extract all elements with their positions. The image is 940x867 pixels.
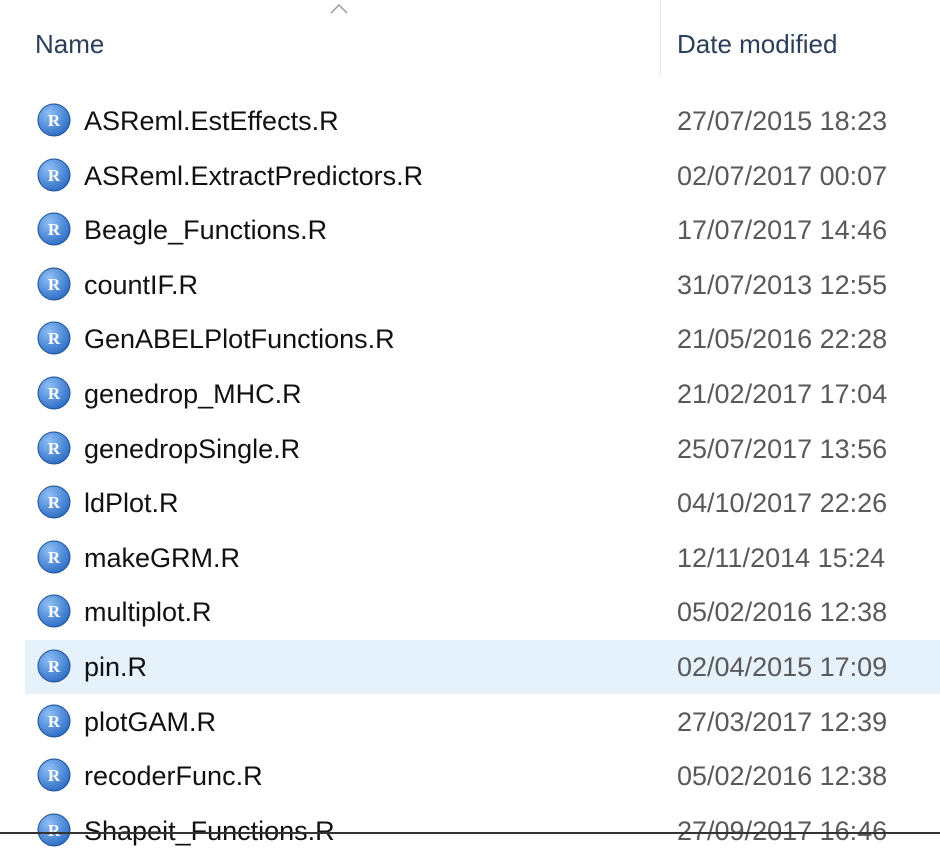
svg-text:R: R xyxy=(48,493,61,512)
r-file-icon: R xyxy=(37,431,71,465)
file-name: ASReml.EstEffects.R xyxy=(84,106,339,136)
svg-text:R: R xyxy=(48,275,61,294)
file-name: ldPlot.R xyxy=(84,488,179,519)
svg-text:R: R xyxy=(48,657,61,676)
svg-text:R: R xyxy=(48,439,61,458)
svg-text:R: R xyxy=(48,821,61,840)
file-name: Shapeit_Functions.R xyxy=(84,815,335,846)
r-file-icon: R xyxy=(37,158,71,192)
file-row[interactable]: Rgenedrop_MHC.R 21/02/2017 17:04 xyxy=(25,367,940,421)
sort-ascending-icon[interactable] xyxy=(328,2,350,16)
file-name: plotGAM.R xyxy=(84,706,217,737)
file-date-modified: 04/10/2017 22:26 xyxy=(677,488,888,519)
file-date-modified: 02/04/2015 17:09 xyxy=(677,652,888,682)
file-row[interactable]: R GenABELPlotFunctions.R 21/05/2016 22:28 xyxy=(25,312,940,366)
file-date-modified: 31/07/2013 12:55 xyxy=(677,269,888,300)
svg-text:R: R xyxy=(48,602,61,621)
file-name: multiplot.R xyxy=(84,597,212,628)
date-modified-column-header[interactable]: Date modified xyxy=(677,26,837,62)
r-file-icon: R xyxy=(37,813,71,847)
list-bottom-border xyxy=(0,832,940,834)
file-name: pin.R xyxy=(84,652,148,682)
file-date-modified: 05/02/2016 12:38 xyxy=(677,597,888,628)
r-file-icon: R xyxy=(37,485,71,519)
file-date-modified: 05/02/2016 12:38 xyxy=(677,761,888,792)
svg-text:R: R xyxy=(48,220,61,239)
r-file-icon: R xyxy=(37,758,71,792)
svg-text:R: R xyxy=(48,712,61,731)
r-file-icon: R xyxy=(37,540,71,574)
file-row[interactable]: Rmultiplot.R 05/02/2016 12:38 xyxy=(25,585,940,639)
column-header-bar: Name Date modified xyxy=(0,0,940,80)
file-date-modified: 12/11/2014 15:24 xyxy=(677,542,886,573)
r-file-icon: R xyxy=(37,321,71,355)
file-name: genedrop_MHC.R xyxy=(84,379,302,409)
svg-text:R: R xyxy=(48,329,61,348)
file-row[interactable]: RrecoderFunc.R 05/02/2016 12:38 xyxy=(25,749,940,803)
svg-text:R: R xyxy=(48,548,61,567)
file-row[interactable]: RgenedropSingle.R 25/07/2017 13:56 xyxy=(25,422,940,476)
file-date-modified: 25/07/2017 13:56 xyxy=(677,433,888,464)
file-row[interactable]: RldPlot.R 04/10/2017 22:26 xyxy=(25,476,940,530)
file-date-modified: 27/09/2017 16:46 xyxy=(677,815,888,846)
name-column-header[interactable]: Name xyxy=(35,26,104,62)
file-name: makeGRM.R xyxy=(84,542,241,573)
r-file-icon: R xyxy=(37,376,71,410)
r-file-icon: R xyxy=(37,267,71,301)
svg-text:R: R xyxy=(48,166,61,185)
r-file-icon: R xyxy=(37,649,71,683)
r-file-icon: R xyxy=(37,594,71,628)
column-divider[interactable] xyxy=(660,0,661,76)
svg-text:R: R xyxy=(48,766,61,785)
file-date-modified: 21/02/2017 17:04 xyxy=(677,379,888,409)
file-row[interactable]: Rpin.R 02/04/2015 17:09 xyxy=(25,640,940,694)
file-date-modified: 02/07/2017 00:07 xyxy=(677,160,888,191)
file-name: Beagle_Functions.R xyxy=(84,215,328,246)
r-file-icon: R xyxy=(37,212,71,246)
file-name: GenABELPlotFunctions.R xyxy=(84,324,395,355)
file-row[interactable]: RmakeGRM.R 12/11/2014 15:24 xyxy=(25,531,940,585)
r-file-icon: R xyxy=(37,704,71,738)
file-name: countIF.R xyxy=(84,269,199,300)
file-row[interactable]: R Shapeit_Functions.R 27/09/2017 16:46 xyxy=(25,804,940,858)
file-name: ASReml.ExtractPredictors.R xyxy=(84,160,424,191)
file-date-modified: 27/03/2017 12:39 xyxy=(677,706,888,737)
file-row[interactable]: RcountIF.R 31/07/2013 12:55 xyxy=(25,258,940,312)
file-date-modified: 21/05/2016 22:28 xyxy=(677,324,888,355)
file-date-modified: 27/07/2015 18:23 xyxy=(677,106,888,136)
svg-text:R: R xyxy=(48,111,61,130)
file-name: recoderFunc.R xyxy=(84,761,263,792)
svg-text:R: R xyxy=(48,384,61,403)
file-row[interactable]: R Beagle_Functions.R 17/07/2017 14:46 xyxy=(25,203,940,257)
file-name: genedropSingle.R xyxy=(84,433,301,464)
file-date-modified: 17/07/2017 14:46 xyxy=(677,215,888,246)
file-row[interactable]: R ASReml.ExtractPredictors.R 02/07/2017 00… xyxy=(25,149,940,203)
file-row[interactable]: R ASReml.EstEffects.R 27/07/2015 18:23 xyxy=(25,94,940,148)
r-file-icon: R xyxy=(37,103,71,137)
file-row[interactable]: RplotGAM.R 27/03/2017 12:39 xyxy=(25,695,940,749)
